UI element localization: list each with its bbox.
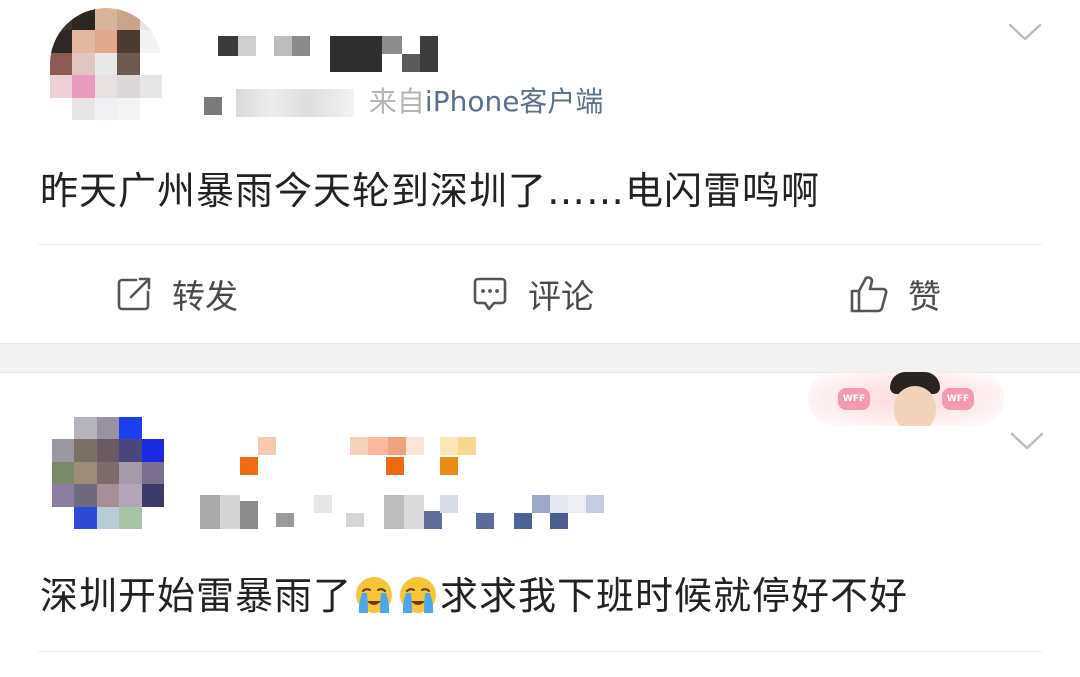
chevron-down-icon[interactable] xyxy=(1010,431,1044,451)
fan-badge[interactable]: WFF WFF xyxy=(808,372,1004,426)
post-content: 昨天广州暴雨今天轮到深圳了……电闪雷鸣啊 xyxy=(40,169,821,213)
repost-label: 转发 xyxy=(172,277,238,316)
comment-icon xyxy=(473,277,507,311)
post-content: 深圳开始雷暴雨了 求求我下班时候就停好不好 xyxy=(40,565,908,620)
crying-face-emoji-icon xyxy=(356,577,393,613)
like-label: 赞 xyxy=(908,277,941,316)
post-card-2: WFF WFF 深圳开始雷暴雨了 求求我下班时候就停好不好 xyxy=(0,372,1080,677)
divider xyxy=(38,244,1042,245)
comment-label: 评论 xyxy=(528,277,594,316)
avatar[interactable] xyxy=(52,417,164,529)
like-button[interactable]: 赞 xyxy=(848,270,941,318)
feed-separator xyxy=(0,343,1080,373)
badge-tag: WFF xyxy=(838,388,870,410)
divider xyxy=(38,651,1042,652)
post-content-part2: 求求我下班时候就停好不好 xyxy=(440,574,909,618)
post-time xyxy=(236,89,354,117)
chevron-down-icon[interactable] xyxy=(1008,22,1042,42)
crying-face-emoji-icon xyxy=(400,577,437,613)
post-card-1: 来自iPhone客户端 昨天广州暴雨今天轮到深圳了……电闪雷鸣啊 转发 评论 赞 xyxy=(0,0,1080,343)
comment-button[interactable]: 评论 xyxy=(470,270,594,318)
post-content-part1: 深圳开始雷暴雨了 xyxy=(40,574,353,618)
source-prefix: 来自 xyxy=(368,85,425,118)
thumbs-up-icon xyxy=(850,276,888,313)
repost-icon xyxy=(117,277,151,311)
avatar[interactable] xyxy=(50,8,162,120)
source-client-link[interactable]: iPhone客户端 xyxy=(425,85,604,118)
post-meta: 来自iPhone客户端 xyxy=(204,80,604,120)
repost-button[interactable]: 转发 xyxy=(114,270,238,318)
badge-tag: WFF xyxy=(942,388,974,410)
badge-portrait-face xyxy=(894,386,936,426)
